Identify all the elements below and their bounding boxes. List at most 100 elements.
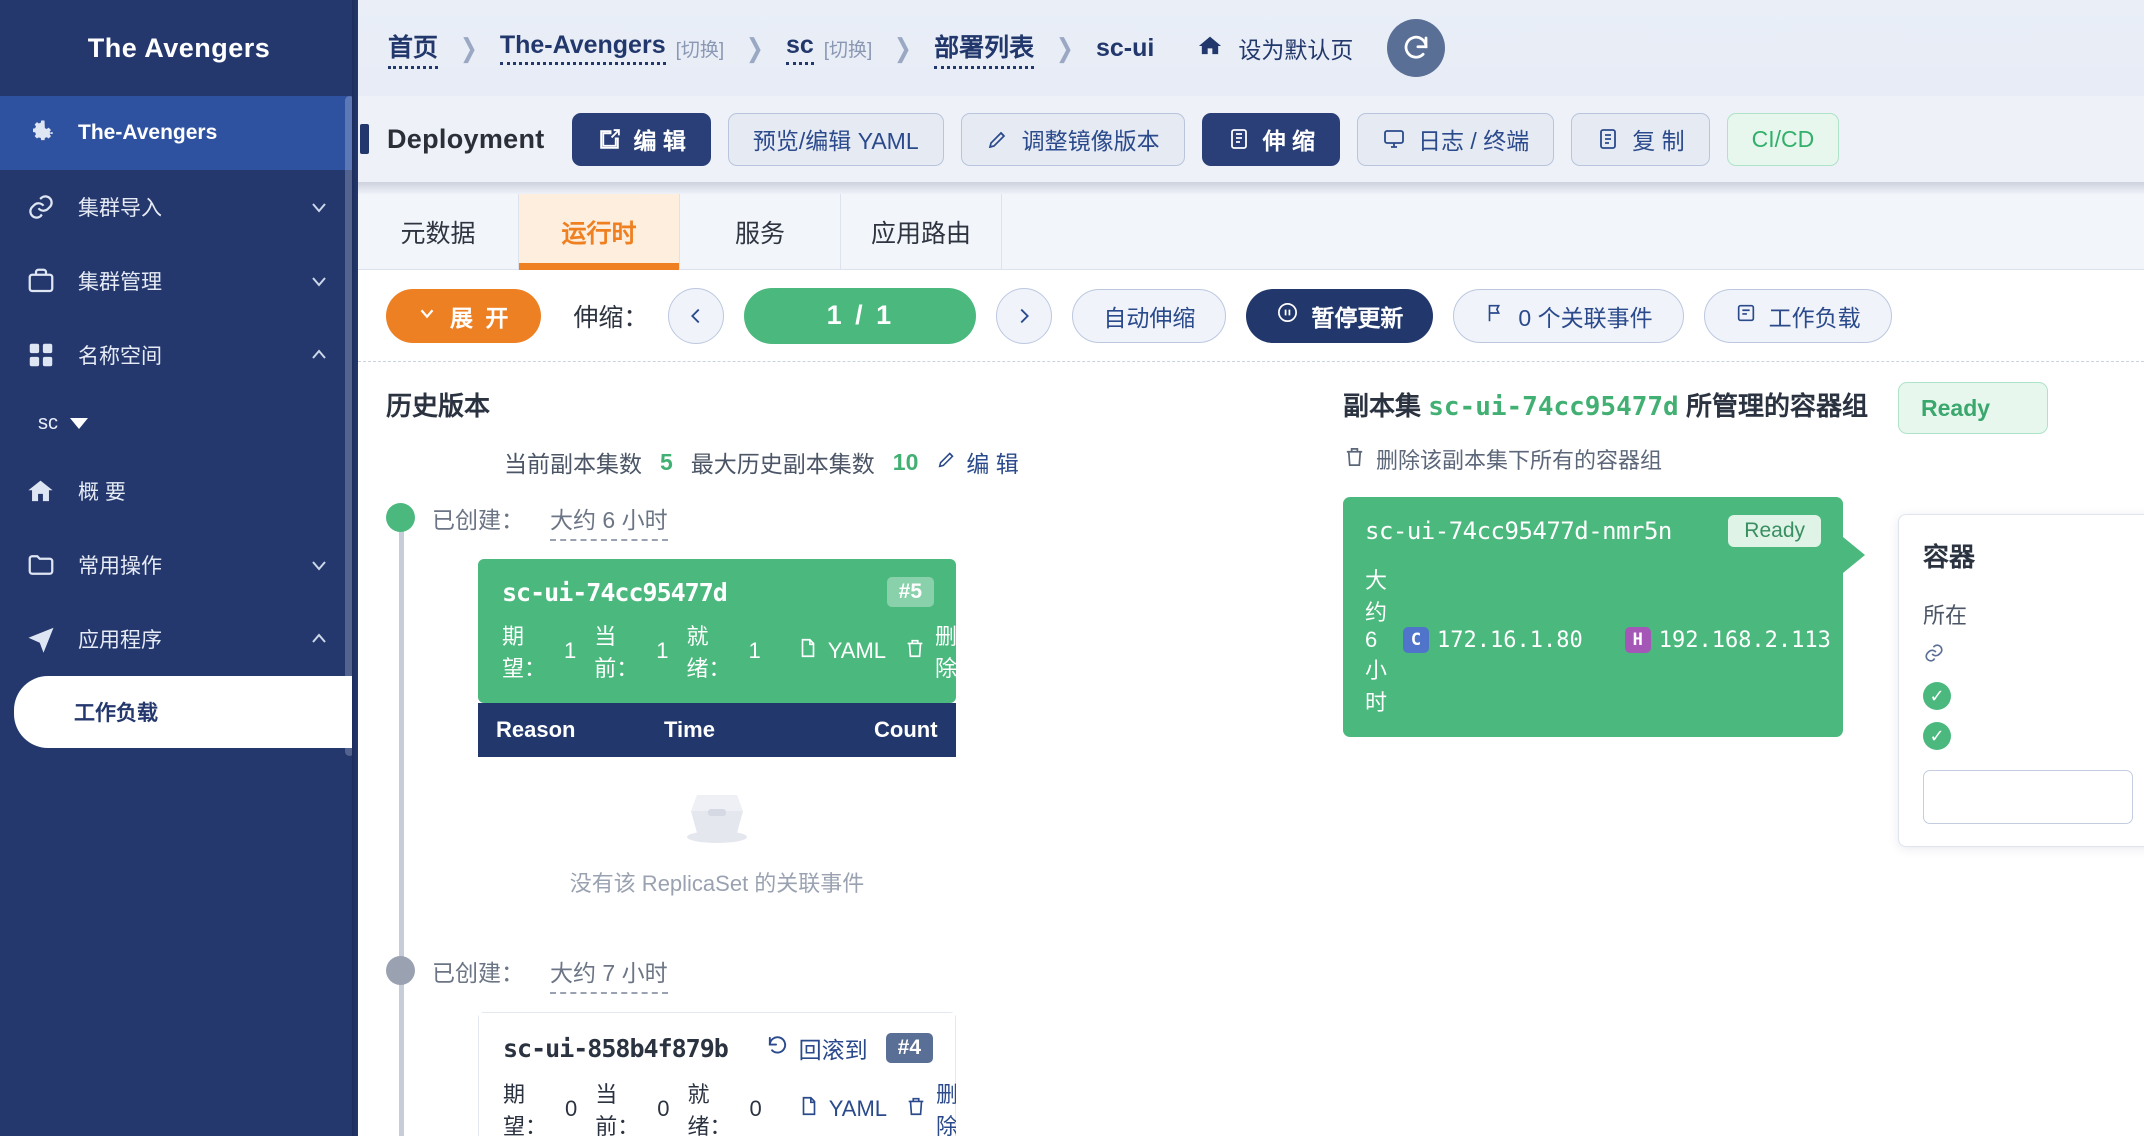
- sidebar-item-cluster-manage[interactable]: 集群管理: [0, 244, 358, 318]
- sidebar-brand: The Avengers: [87, 32, 271, 63]
- edit-button[interactable]: 编 辑: [571, 112, 711, 166]
- history-column: 历史版本 当前副本集数 5 最大历史副本集数 10 编 辑 已创建： 大约 6 …: [386, 386, 1316, 1136]
- container-link-row[interactable]: [1899, 636, 2144, 676]
- preview-yaml-button[interactable]: 预览/编辑 YAML: [727, 112, 944, 166]
- breadcrumb: 首页 ❯ The-Avengers [切换] ❯ sc [切换] ❯ 部署列表 …: [358, 0, 2144, 96]
- ready-value: 1: [748, 638, 761, 663]
- file-icon: [797, 637, 819, 665]
- chevron-down-icon[interactable]: [306, 195, 332, 219]
- sidebar-item-overview[interactable]: 概 要: [0, 454, 358, 528]
- home-icon: [1196, 32, 1224, 65]
- breadcrumb-home[interactable]: 首页: [388, 28, 439, 69]
- sidebar-item-label: 集群导入: [78, 197, 162, 220]
- autoscale-button[interactable]: 自动伸缩: [1072, 288, 1227, 343]
- expand-button[interactable]: 展 开: [386, 288, 542, 343]
- revision-number: #5: [886, 577, 934, 607]
- ready-filter-button[interactable]: Ready: [1898, 382, 2048, 434]
- edit-button-label: 编 辑: [633, 128, 686, 154]
- container-panel: 容器 所在 ✓ ✓: [1898, 514, 2144, 847]
- refresh-icon[interactable]: [1387, 19, 1446, 77]
- copy-button[interactable]: 复 制: [1571, 112, 1710, 166]
- sidebar-item-common-ops[interactable]: 常用操作: [0, 528, 358, 602]
- breadcrumb-deploy-list[interactable]: 部署列表: [934, 28, 1035, 69]
- link-icon: [26, 192, 66, 222]
- breadcrumb-namespace[interactable]: sc: [785, 31, 814, 65]
- chevron-down-icon[interactable]: [306, 269, 332, 293]
- action-row: 展 开 伸缩： 1 / 1 自动伸缩 暂停更新 0 个关联事件 工作负载: [358, 270, 2144, 362]
- workload-button[interactable]: 工作负载: [1703, 288, 1892, 343]
- rollback-button[interactable]: 回滚到: [766, 1031, 868, 1065]
- tab-app-routes[interactable]: 应用路由: [840, 194, 1003, 269]
- chevron-right-icon: ❯: [460, 32, 478, 63]
- pencil-icon: [986, 127, 1010, 151]
- tab-label: 元数据: [400, 219, 476, 248]
- caret-down-icon: [70, 417, 88, 429]
- scale-increase-button[interactable]: [996, 287, 1053, 344]
- tab-services[interactable]: 服务: [679, 194, 841, 269]
- breadcrumb-current: sc-ui: [1095, 33, 1155, 62]
- created-when: 大约 7 小时: [550, 954, 668, 994]
- revision-yaml-button[interactable]: YAML: [797, 637, 886, 665]
- sidebar-item-the-avengers[interactable]: The-Avengers: [0, 96, 358, 170]
- revision-card[interactable]: sc-ui-858b4f879b 回滚到 #4 期望： 0 当前： 0 就绪： …: [478, 1012, 956, 1136]
- chevron-right-icon: ❯: [746, 32, 764, 63]
- sidebar-item-label: 集群管理: [78, 271, 162, 294]
- home-icon: [26, 477, 66, 506]
- adjust-image-version-button[interactable]: 调整镜像版本: [960, 112, 1185, 166]
- pod-card[interactable]: sc-ui-74cc95477d-nmr5n Ready 大约 6 小时 C 1…: [1343, 497, 1865, 737]
- chevron-down-icon[interactable]: [306, 553, 332, 577]
- ready-label: 就绪：: [686, 624, 731, 681]
- desired-label: 期望：: [502, 624, 547, 681]
- breadcrumb-namespace-switch[interactable]: [切换]: [824, 35, 873, 62]
- revision-delete-button[interactable]: 删 除: [904, 619, 956, 683]
- pause-update-button[interactable]: 暂停更新: [1246, 288, 1434, 343]
- breadcrumb-project[interactable]: The-Avengers: [499, 31, 666, 65]
- undo-icon: [766, 1034, 789, 1063]
- events-col-message: Message: [969, 717, 1062, 742]
- rollback-label: 回滚到: [798, 1037, 868, 1063]
- tab-label: 服务: [734, 219, 785, 248]
- revision-delete-button[interactable]: 删 除: [905, 1077, 956, 1136]
- sidebar-item-applications[interactable]: 应用程序: [0, 602, 358, 676]
- send-icon: [26, 624, 66, 654]
- chevron-up-icon[interactable]: [306, 627, 332, 651]
- tab-metadata[interactable]: 元数据: [358, 194, 519, 269]
- set-default-page-button[interactable]: 设为默认页: [1196, 31, 1353, 65]
- check-circle-icon: ✓: [1923, 722, 1951, 750]
- scale-value[interactable]: 1 / 1: [744, 287, 977, 344]
- adjust-image-version-label: 调整镜像版本: [1021, 128, 1160, 154]
- pod-cluster-ip: C 172.16.1.80: [1403, 627, 1583, 653]
- logs-terminal-button[interactable]: 日志 / 终端: [1357, 112, 1555, 166]
- sidebar-item-workloads[interactable]: 工作负载: [14, 676, 358, 748]
- cicd-button[interactable]: CI/CD: [1726, 112, 1840, 166]
- events-col-time: Time: [664, 717, 715, 742]
- revision-card[interactable]: sc-ui-74cc95477d #5 期望： 1 当前： 1 就绪： 1 YA…: [478, 559, 956, 703]
- scale-decrease-button[interactable]: [668, 287, 725, 344]
- sidebar-item-cluster-import[interactable]: 集群导入: [0, 170, 358, 244]
- related-events-button[interactable]: 0 个关联事件: [1453, 288, 1684, 343]
- revision-delete-label: 删 除: [936, 1082, 956, 1136]
- preview-yaml-label: 预览/编辑 YAML: [752, 128, 919, 154]
- autoscale-label: 自动伸缩: [1103, 304, 1196, 331]
- max-rs-value: 10: [892, 448, 919, 475]
- host-ip-value: 192.168.2.113: [1658, 627, 1831, 653]
- sidebar-item-namespace[interactable]: 名称空间: [0, 318, 358, 392]
- max-rs-label: 最大历史副本集数: [690, 451, 875, 477]
- breadcrumb-project-switch[interactable]: [切换]: [676, 35, 725, 62]
- tab-runtime[interactable]: 运行时: [518, 194, 680, 270]
- events-empty-text: 没有该 ReplicaSet 的关联事件: [569, 871, 865, 896]
- link-icon: [1923, 642, 1945, 670]
- revision-timeline: 已创建： 大约 6 小时 sc-ui-74cc95477d #5 期望： 1 当…: [386, 501, 1316, 1136]
- timeline-dot-icon: [386, 503, 415, 532]
- container-input[interactable]: [1923, 770, 2133, 824]
- namespace-selector[interactable]: sc: [0, 392, 358, 454]
- cluster-ip-value: 172.16.1.80: [1437, 627, 1583, 653]
- chevron-up-icon[interactable]: [306, 343, 332, 367]
- scale-button[interactable]: 伸 缩: [1201, 112, 1341, 166]
- desired-label: 期望：: [503, 1082, 548, 1136]
- events-table-header: Reason Time Count Message: [478, 703, 1062, 757]
- created-label: 已创建：: [432, 507, 524, 533]
- edit-history-button[interactable]: 编 辑: [936, 445, 1019, 479]
- revision-yaml-button[interactable]: YAML: [798, 1095, 887, 1123]
- pod-name: sc-ui-74cc95477d-nmr5n: [1365, 517, 1672, 545]
